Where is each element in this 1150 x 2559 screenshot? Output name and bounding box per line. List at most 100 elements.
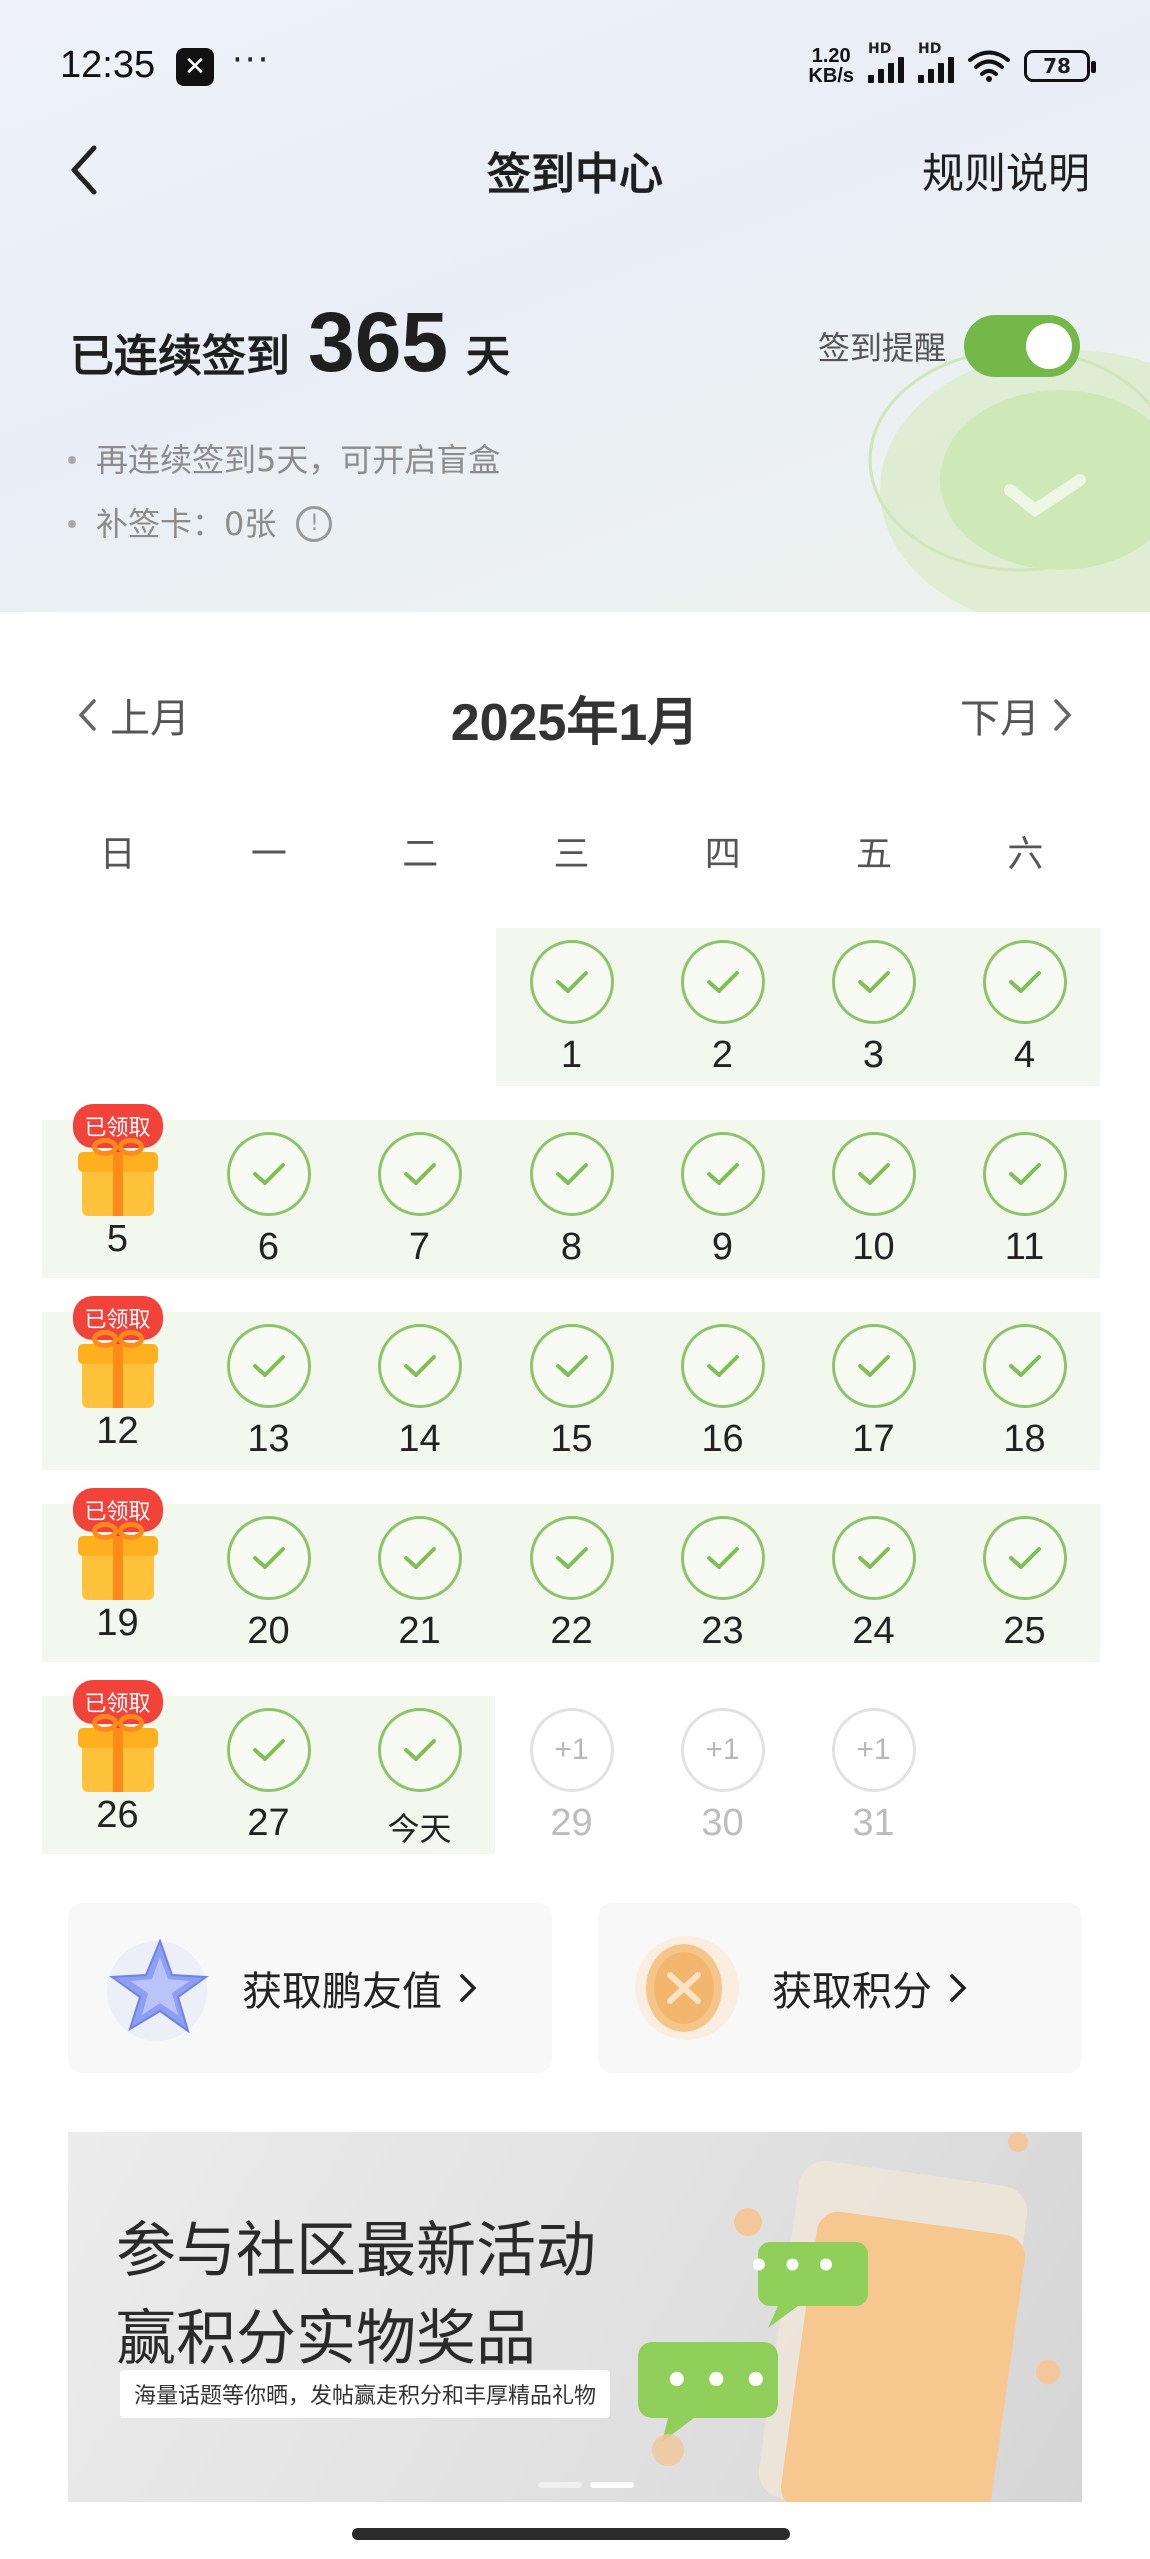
tips-list: 再连续签到5天，可开启盲盒 补签卡：0张 ! (68, 428, 500, 556)
coin-icon (635, 1936, 739, 2040)
weekday-header: 日 一 二 三 四 五 六 (42, 825, 1101, 877)
reminder-label: 签到提醒 (817, 329, 946, 367)
check-icon (982, 940, 1067, 1024)
battery-icon: 78 (1024, 50, 1096, 82)
banner-headline-2: 赢积分实物奖品 (116, 2304, 536, 2374)
day-cell-14[interactable]: 14 (344, 1312, 495, 1470)
day-cell-30[interactable]: +1 30 (647, 1696, 798, 1854)
day-cell-26[interactable]: 已领取 26 (42, 1680, 193, 1854)
check-icon (831, 1132, 916, 1216)
day-cell-23[interactable]: 23 (647, 1504, 798, 1662)
day-cell-17[interactable]: 17 (798, 1312, 949, 1470)
header-hero: 12:35 ✕ ··· 1.20 KB/s HD HD 78 签到中心 规则说明… (0, 0, 1150, 612)
gift-icon: 已领取 (72, 1104, 163, 1218)
check-icon (680, 940, 765, 1024)
day-cell-19[interactable]: 已领取 19 (42, 1488, 193, 1662)
pager-dot (538, 2482, 582, 2488)
day-cell-today[interactable]: 今天 (344, 1696, 495, 1854)
chevron-right-icon (950, 1974, 967, 2002)
check-icon (529, 940, 614, 1024)
day-cell-9[interactable]: 9 (647, 1120, 798, 1278)
day-cell-7[interactable]: 7 (344, 1120, 495, 1278)
check-icon (831, 940, 916, 1024)
status-time: 12:35 (60, 44, 156, 86)
claimed-badge: 已领取 (72, 1104, 163, 1156)
day-cell-5[interactable]: 已领取 5 (42, 1104, 193, 1278)
weekday-sat: 六 (1007, 834, 1044, 875)
chat-bubble-dots-top: • • • (748, 2246, 837, 2286)
check-icon (377, 1324, 462, 1408)
day-cell-1[interactable]: 1 (496, 928, 647, 1086)
get-pengyou-value-card[interactable]: 获取鹏友值 (68, 1903, 552, 2073)
day-cell-20[interactable]: 20 (193, 1504, 344, 1662)
check-icon (529, 1324, 614, 1408)
check-icon (226, 1516, 311, 1600)
day-cell-27[interactable]: 27 (193, 1696, 344, 1854)
star-gem-icon (107, 1938, 209, 2041)
community-activity-banner[interactable]: • • • • • • 参与社区最新活动 赢积分实物奖品 海量话题等你晒，发帖赢… (68, 2132, 1082, 2502)
gift-icon: 已领取 (72, 1488, 163, 1602)
signal-icon: HD (868, 41, 904, 83)
status-bar: 12:35 ✕ ··· 1.20 KB/s HD HD 78 (0, 0, 1150, 130)
network-speed: 1.20 KB/s (808, 45, 854, 87)
check-icon (377, 1132, 462, 1216)
check-icon (377, 1708, 462, 1792)
day-cell-13[interactable]: 13 (193, 1312, 344, 1470)
streak-prefix: 已连续签到 (70, 331, 290, 382)
day-cell-10[interactable]: 10 (798, 1120, 949, 1278)
day-cell-29[interactable]: +1 29 (496, 1696, 647, 1854)
check-icon (680, 1516, 765, 1600)
more-notifications-icon: ··· (232, 40, 271, 80)
streak-summary: 已连续签到 365 天 (70, 300, 510, 384)
check-icon (226, 1708, 311, 1792)
chevron-right-icon (460, 1974, 477, 2002)
day-cell-15[interactable]: 15 (496, 1312, 647, 1470)
day-cell-6[interactable]: 6 (193, 1120, 344, 1278)
day-cell-31[interactable]: +1 31 (798, 1696, 949, 1854)
weekday-sun: 日 (99, 834, 136, 875)
home-indicator[interactable] (352, 2528, 790, 2540)
day-cell-11[interactable]: 11 (949, 1120, 1100, 1278)
get-pengyou-value-label: 获取鹏友值 (242, 1969, 442, 2015)
day-cell-16[interactable]: 16 (647, 1312, 798, 1470)
get-points-card[interactable]: 获取积分 (598, 1903, 1082, 2073)
day-cell-24[interactable]: 24 (798, 1504, 949, 1662)
check-icon (226, 1132, 311, 1216)
plus-one-icon: +1 (529, 1708, 614, 1792)
tip-makeup-card: 补签卡：0张 ! (68, 492, 500, 556)
day-cell-2[interactable]: 2 (647, 928, 798, 1086)
day-cell-4[interactable]: 4 (949, 928, 1100, 1086)
day-cell-22[interactable]: 22 (496, 1504, 647, 1662)
check-icon (680, 1324, 765, 1408)
check-icon (529, 1132, 614, 1216)
day-cell-8[interactable]: 8 (496, 1120, 647, 1278)
day-cell-25[interactable]: 25 (949, 1504, 1100, 1662)
day-cell-18[interactable]: 18 (949, 1312, 1100, 1470)
day-cell-3[interactable]: 3 (798, 928, 949, 1086)
x-app-icon: ✕ (176, 48, 214, 86)
check-icon (982, 1132, 1067, 1216)
check-icon (680, 1132, 765, 1216)
day-cell-21[interactable]: 21 (344, 1504, 495, 1662)
streak-days: 365 (308, 295, 449, 389)
chat-bubble-dots-bottom: • • • (664, 2358, 769, 2404)
rules-button[interactable]: 规则说明 (922, 140, 1090, 201)
claimed-badge: 已领取 (72, 1296, 163, 1348)
streak-unit: 天 (466, 331, 511, 382)
day-cell-12[interactable]: 已领取 12 (42, 1296, 193, 1470)
check-icon (377, 1516, 462, 1600)
plus-one-icon: +1 (831, 1708, 916, 1792)
weekday-tue: 二 (402, 834, 439, 875)
calendar-header: 上月 2025年1月 下月 (0, 680, 1150, 760)
signal-icon-2: HD (918, 41, 954, 83)
gift-icon: 已领取 (72, 1680, 163, 1794)
weekday-fri: 五 (856, 834, 893, 875)
weekday-mon: 一 (250, 834, 287, 875)
banner-headline-1: 参与社区最新活动 (116, 2216, 596, 2286)
tip-blindbox: 再连续签到5天，可开启盲盒 (68, 428, 500, 492)
reminder-toggle[interactable] (964, 315, 1080, 377)
phone-chat-illustration (638, 2132, 1060, 2502)
info-icon[interactable]: ! (296, 506, 333, 542)
chevron-right-icon (1054, 699, 1072, 731)
next-month-button[interactable]: 下月 (960, 686, 1074, 744)
